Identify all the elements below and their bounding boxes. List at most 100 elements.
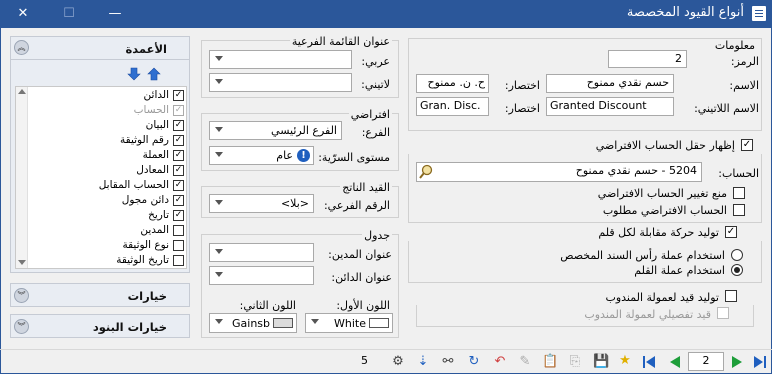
refresh-icon[interactable]: ↻ — [466, 354, 482, 370]
previous-record-icon[interactable] — [668, 355, 682, 369]
column-item[interactable]: نوع الوثيقة — [14, 239, 186, 254]
app-icon — [752, 6, 766, 21]
column-label: الحساب — [133, 104, 169, 116]
expand-item-options-button[interactable]: ︾ — [14, 319, 29, 334]
color1-label: اللون الأول: — [336, 299, 390, 312]
column-label: المعادل — [136, 164, 169, 176]
column-checkbox[interactable]: ✓ — [173, 165, 184, 176]
options-header: خيارات — [127, 289, 167, 303]
column-checkbox[interactable]: ✓ — [173, 90, 184, 101]
column-item[interactable]: ✓ الحساب المقابل — [14, 179, 186, 194]
first-record-icon[interactable] — [642, 355, 656, 369]
title-bar: أنواع القيود المخصصة ✕ ☐ — — [0, 0, 772, 28]
latin-abbr-input[interactable]: Gran. Disc. — [416, 97, 489, 116]
column-item[interactable]: تاريخ الوثيقة — [14, 254, 186, 269]
column-checkbox[interactable] — [173, 240, 184, 251]
account-required-label: الحساب الافتراضي مطلوب — [602, 204, 727, 217]
credit-title-dropdown[interactable] — [209, 266, 314, 285]
arabic-title-dropdown[interactable] — [209, 50, 352, 69]
search-icon[interactable] — [418, 164, 434, 180]
expand-options-button[interactable]: ︾ — [14, 288, 29, 303]
column-checkbox[interactable]: ✓ — [173, 210, 184, 221]
settings-icon[interactable]: ⚙ — [390, 354, 406, 370]
currency-header-label: استخدام عملة رأس السند المخصص — [560, 249, 725, 262]
window-title: أنواع القيود المخصصة — [626, 5, 744, 20]
column-label: المدين — [140, 224, 169, 236]
abbr-input[interactable]: ح. ن. ممنوح — [416, 74, 489, 93]
column-checkbox[interactable]: ✓ — [173, 180, 184, 191]
column-checkbox[interactable]: ✓ — [173, 120, 184, 131]
prevent-change-label: منع تغيير الحساب الافتراضي — [597, 187, 727, 200]
link-icon[interactable]: ⚯ — [440, 354, 456, 370]
column-checkbox[interactable]: ✓ — [173, 105, 184, 116]
save-icon[interactable]: 💾 — [593, 354, 609, 370]
abbr-label: اختصار: — [504, 79, 540, 92]
security-dropdown[interactable]: عام ! — [209, 146, 314, 165]
options-panel[interactable]: خيارات ︾ — [10, 283, 190, 307]
generate-contra-checkbox[interactable]: ✓ — [725, 226, 737, 238]
column-item[interactable]: ✓ العملة — [14, 149, 186, 164]
column-label: الدائن — [143, 89, 169, 101]
record-number-input[interactable]: 2 — [688, 352, 724, 371]
column-checkbox[interactable] — [173, 225, 184, 236]
show-default-account-checkbox[interactable]: ✓ — [741, 139, 753, 151]
column-item[interactable]: ✓ المعادل — [14, 164, 186, 179]
item-options-header: خيارات البنود — [92, 320, 167, 334]
paste-icon[interactable]: 📋 — [542, 354, 558, 370]
item-options-panel[interactable]: خيارات البنود ︾ — [10, 314, 190, 338]
column-item[interactable]: ✓ تاريخ — [14, 209, 186, 224]
agent-commission-checkbox[interactable] — [725, 290, 737, 302]
column-checkbox[interactable]: ✓ — [173, 150, 184, 161]
collapse-columns-button[interactable]: ︽ — [14, 40, 29, 55]
chevron-down-icon — [215, 200, 223, 205]
latin-name-input[interactable]: Granted Discount — [546, 97, 674, 116]
copy-icon[interactable]: ⎘ — [567, 354, 583, 370]
column-checkbox[interactable] — [173, 255, 184, 266]
credit-title-label: عنوان الدائن: — [331, 271, 392, 284]
column-item[interactable]: ✓ الدائن — [14, 89, 186, 104]
debit-title-dropdown[interactable] — [209, 243, 314, 262]
latin-abbr-label: اختصار: — [504, 102, 540, 115]
sort-icon[interactable]: ⇣ — [415, 354, 431, 370]
column-label: تاريخ الوثيقة — [116, 254, 169, 266]
currency-line-radio[interactable] — [731, 264, 743, 276]
column-checkbox[interactable]: ✓ — [173, 135, 184, 146]
chevron-down-icon — [215, 79, 223, 84]
account-required-checkbox[interactable] — [733, 204, 745, 216]
latin-name-label: الاسم اللاتيني: — [694, 102, 759, 115]
minimize-button[interactable]: — — [92, 0, 138, 28]
agent-commission-label: توليد قيد لعمولة المندوب — [605, 291, 719, 304]
column-item[interactable]: ✓ الحساب — [14, 104, 186, 119]
column-checkbox[interactable]: ✓ — [173, 195, 184, 206]
undo-icon[interactable]: ↶ — [492, 354, 508, 370]
account-input[interactable]: 5204 - حسم نقدي ممنوح — [416, 162, 702, 182]
columns-scrollbar[interactable] — [16, 87, 28, 268]
move-up-icon[interactable] — [147, 67, 161, 81]
delete-icon[interactable]: ✎ — [517, 354, 533, 370]
latin-title-dropdown[interactable] — [209, 73, 352, 92]
favorite-star-icon[interactable]: ★ — [617, 353, 633, 369]
info-icon: ! — [297, 149, 310, 162]
color1-dropdown[interactable]: White — [305, 313, 393, 333]
maximize-button[interactable]: ☐ — [46, 0, 92, 28]
close-button[interactable]: ✕ — [0, 0, 46, 28]
last-record-icon[interactable] — [753, 355, 767, 369]
chevron-down-icon — [215, 56, 223, 61]
latin-label: لاتيني: — [361, 78, 390, 91]
name-input[interactable]: حسم نقدي ممنوح — [546, 74, 674, 93]
subnumber-dropdown[interactable]: <بلا> — [209, 194, 314, 213]
column-item[interactable]: ✓ دائن مجول — [14, 194, 186, 209]
column-item[interactable]: المدين — [14, 224, 186, 239]
currency-header-radio[interactable] — [731, 249, 743, 261]
column-label: العملة — [142, 149, 169, 161]
branch-dropdown[interactable]: الفرع الرئيسي — [209, 121, 342, 140]
debit-title-label: عنوان المدين: — [328, 248, 392, 261]
next-record-icon[interactable] — [730, 355, 744, 369]
sub-menu-title: عنوان القائمة الفرعية — [289, 35, 392, 48]
code-input[interactable]: 2 — [608, 50, 687, 68]
color2-dropdown[interactable]: Gainsb — [209, 313, 297, 333]
column-item[interactable]: ✓ رقم الوثيقة — [14, 134, 186, 149]
column-item[interactable]: ✓ البيان — [14, 119, 186, 134]
move-down-icon[interactable] — [127, 67, 141, 81]
prevent-change-checkbox[interactable] — [733, 187, 745, 199]
